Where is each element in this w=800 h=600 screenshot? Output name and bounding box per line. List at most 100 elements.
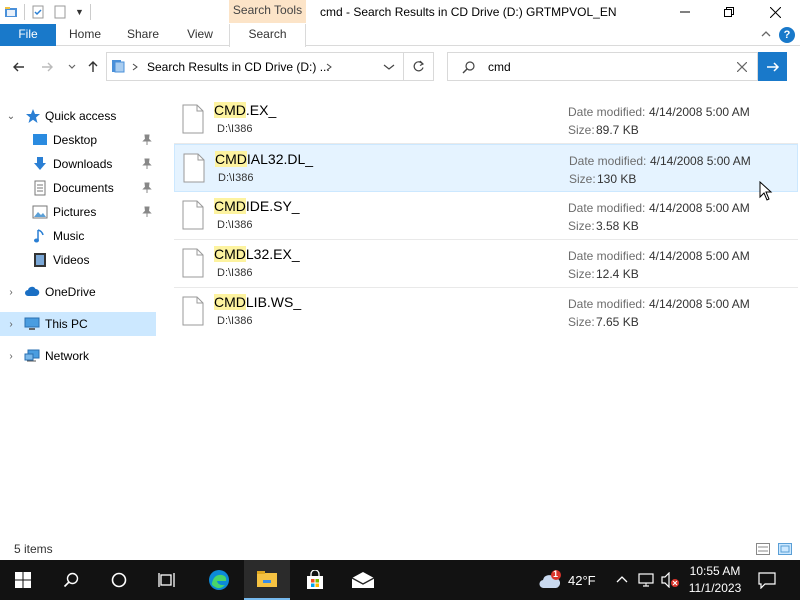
list-item[interactable]: CMD.EX_ D:\I386 Date modified: 4/14/2008… <box>174 96 798 144</box>
large-icons-view-icon[interactable] <box>778 543 792 555</box>
qat-customize-icon[interactable]: ▼ <box>75 7 84 17</box>
forward-button[interactable] <box>38 58 56 76</box>
size-value: 89.7 KB <box>596 123 639 137</box>
nav-item-desktop[interactable]: Desktop <box>0 128 156 152</box>
chevron-up-tray-icon[interactable] <box>616 574 628 584</box>
videos-icon <box>34 253 46 267</box>
nav-item-downloads[interactable]: Downloads <box>0 152 156 176</box>
list-item[interactable]: CMDIAL32.DL_ D:\I386 Date modified: 4/14… <box>174 144 798 192</box>
weather-widget[interactable]: 1 42°F <box>538 560 596 600</box>
volume-muted-icon[interactable] <box>660 572 680 588</box>
date-modified-value: 4/14/2008 5:00 AM <box>649 105 750 119</box>
up-button[interactable] <box>84 58 102 76</box>
windows-logo-icon <box>15 572 31 588</box>
search-go-button[interactable] <box>758 52 787 81</box>
list-item[interactable]: CMDIDE.SY_ D:\I386 Date modified: 4/14/2… <box>174 192 798 240</box>
system-clock[interactable]: 10:55 AM 11/1/2023 <box>684 563 746 597</box>
size-label: Size: <box>568 267 595 281</box>
tab-file[interactable]: File <box>0 24 56 46</box>
search-icon-taskbar <box>63 572 79 588</box>
nav-item-music[interactable]: Music <box>0 224 156 248</box>
file-name-rest: LIB.WS_ <box>245 294 302 310</box>
task-view-button[interactable] <box>144 560 190 600</box>
tab-share[interactable]: Share <box>118 24 168 46</box>
nav-item-quick-access[interactable]: ⌄ Quick access <box>0 104 156 128</box>
refresh-button[interactable] <box>404 52 434 81</box>
pin-icon-3[interactable] <box>142 182 152 194</box>
recent-locations-button[interactable] <box>63 58 81 76</box>
details-view-icon[interactable] <box>756 543 770 555</box>
collapsed-chevron-icon-3[interactable]: › <box>6 351 16 362</box>
nav-item-network[interactable]: › Network <box>0 344 156 368</box>
list-item[interactable]: CMDLIB.WS_ D:\I386 Date modified: 4/14/2… <box>174 288 798 336</box>
pin-icon-2[interactable] <box>142 158 152 170</box>
size-value: 130 KB <box>597 172 637 186</box>
ribbon-tabs: File Home Share View Search ? <box>0 24 800 47</box>
collapsed-chevron-icon-2[interactable]: › <box>6 319 16 330</box>
size-value: 3.58 KB <box>596 219 639 233</box>
size-label: Size: <box>568 219 595 233</box>
pin-icon-4[interactable] <box>142 206 152 218</box>
minimize-icon <box>680 11 690 13</box>
breadcrumb-chevron-icon-2[interactable] <box>325 63 333 71</box>
clear-search-icon[interactable] <box>737 62 747 72</box>
address-path: Search Results in CD Drive (D:) ... <box>147 60 330 74</box>
arrow-left-icon <box>13 62 24 72</box>
nav-label-pictures: Pictures <box>53 205 97 219</box>
mail-button[interactable] <box>340 560 386 600</box>
maximize-button[interactable] <box>706 0 752 24</box>
store-button[interactable] <box>292 560 338 600</box>
tab-home[interactable]: Home <box>60 24 110 46</box>
clock-date: 11/1/2023 <box>688 581 742 595</box>
search-box[interactable]: cmd <box>447 52 758 81</box>
item-count: 5 items <box>14 542 53 556</box>
nav-item-this-pc[interactable]: › This PC <box>0 312 156 336</box>
nav-label-videos: Videos <box>53 253 90 267</box>
generic-file-icon <box>182 200 204 230</box>
nav-item-documents[interactable]: Documents <box>0 176 156 200</box>
edge-button[interactable] <box>196 560 242 600</box>
notifications-icon[interactable] <box>758 571 776 589</box>
nav-item-pictures[interactable]: Pictures <box>0 200 156 224</box>
generic-file-icon <box>182 104 204 134</box>
date-modified-label: Date modified: <box>568 105 646 119</box>
file-name: CMDL32.EX_ <box>214 246 300 262</box>
close-button[interactable] <box>752 0 798 24</box>
back-button[interactable] <box>10 58 28 76</box>
cortana-circle-icon <box>111 572 127 588</box>
date-modified-label: Date modified: <box>568 249 646 263</box>
expanded-chevron-icon[interactable]: ⌄ <box>6 111 16 122</box>
cloud-icon <box>25 286 40 296</box>
nav-label-documents: Documents <box>53 181 114 195</box>
date-modified-value: 4/14/2008 5:00 AM <box>649 201 750 215</box>
chevron-up-icon[interactable] <box>760 28 772 40</box>
properties-icon[interactable] <box>31 5 45 19</box>
help-icon[interactable]: ? <box>779 27 795 43</box>
collapsed-chevron-icon[interactable]: › <box>6 287 16 298</box>
task-view-icon <box>158 573 175 587</box>
document-icon <box>34 180 46 196</box>
nav-label-this-pc: This PC <box>45 317 88 331</box>
nav-item-onedrive[interactable]: › OneDrive <box>0 280 156 304</box>
breadcrumb-chevron-icon[interactable] <box>131 63 139 71</box>
cortana-button[interactable] <box>96 560 142 600</box>
file-path: D:\I386 <box>217 123 253 135</box>
address-history-chevron-icon[interactable] <box>383 63 395 71</box>
search-match-highlight: CMD <box>214 294 246 310</box>
list-item[interactable]: CMDL32.EX_ D:\I386 Date modified: 4/14/2… <box>174 240 798 288</box>
taskbar-search-button[interactable] <box>48 560 94 600</box>
new-folder-icon[interactable] <box>53 5 67 19</box>
nav-item-videos[interactable]: Videos <box>0 248 156 272</box>
file-name-rest: IDE.SY_ <box>245 198 300 214</box>
qat-separator-2 <box>89 4 91 20</box>
tab-search[interactable]: Search <box>229 24 306 47</box>
file-explorer-button[interactable] <box>244 560 290 600</box>
address-bar[interactable]: Search Results in CD Drive (D:) ... <box>106 52 434 81</box>
network-tray-icon[interactable] <box>638 572 656 588</box>
pin-icon[interactable] <box>142 134 152 146</box>
tab-view[interactable]: View <box>176 24 224 46</box>
start-button[interactable] <box>0 560 46 600</box>
search-input[interactable]: cmd <box>488 60 511 74</box>
minimize-button[interactable] <box>662 0 708 24</box>
date-modified-value: 4/14/2008 5:00 AM <box>650 154 751 168</box>
